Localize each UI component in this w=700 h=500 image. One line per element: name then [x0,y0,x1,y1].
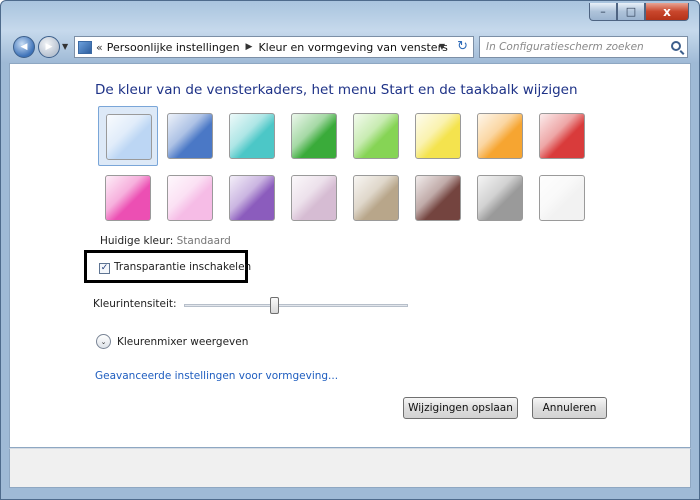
highlight-box: ✓ Transparantie inschakelen [84,250,251,283]
color-swatch[interactable] [160,106,220,166]
back-arrow-icon: ◀ [20,42,28,52]
search-placeholder: In Configuratiescherm zoeken [486,41,644,53]
search-icon[interactable] [671,41,681,51]
color-swatch-tile [539,175,585,221]
color-swatch-tile [291,113,337,159]
close-button[interactable]: x [645,3,689,21]
breadcrumb-item-personal-settings[interactable]: Persoonlijke instellingen [107,41,240,54]
chevron-down-icon[interactable]: ⌄ [96,334,111,349]
color-swatch[interactable] [408,168,468,228]
color-swatch[interactable] [284,168,344,228]
navigation-bar: ◀ ▶ ▼ « Persoonlijke instellingen ▶ Kleu… [1,31,699,61]
color-swatch-tile [167,175,213,221]
color-swatch-tile [477,175,523,221]
current-color-value: Standaard [176,235,231,247]
intensity-label: Kleurintensiteit: [93,298,177,310]
color-swatch-tile [477,113,523,159]
intensity-slider-track[interactable] [184,304,408,307]
color-swatch[interactable] [408,106,468,166]
control-panel-icon [78,40,92,54]
bottom-area [9,448,691,488]
search-box[interactable]: In Configuratiescherm zoeken [479,36,688,58]
cancel-button[interactable]: Annuleren [532,397,607,419]
intensity-slider-thumb[interactable] [269,297,279,314]
color-mixer-label[interactable]: Kleurenmixer weergeven [117,336,248,348]
minimize-button[interactable]: – [589,3,617,21]
color-swatch[interactable] [284,106,344,166]
current-color-text: Huidige kleur: Standaard [100,235,231,247]
color-swatch[interactable] [470,168,530,228]
breadcrumb-overflow-icon[interactable]: « [96,41,103,54]
color-swatch-tile [353,175,399,221]
back-button[interactable]: ◀ [13,36,35,58]
caption-buttons: – □ x [589,3,689,21]
transparency-checkbox[interactable]: ✓ [99,263,110,274]
save-changes-button[interactable]: Wijzigingen opslaan [403,397,518,419]
color-swatch-tile [415,175,461,221]
color-swatch[interactable] [222,106,282,166]
color-swatch-tile [229,113,275,159]
color-swatch-tile [167,113,213,159]
breadcrumb-separator-icon[interactable]: ▶ [246,42,253,52]
address-bar[interactable]: « Persoonlijke instellingen ▶ Kleur en v… [74,36,474,58]
color-swatch-tile [539,113,585,159]
color-swatch-tile [353,113,399,159]
color-swatch[interactable] [160,168,220,228]
transparency-label[interactable]: Transparantie inschakelen [114,261,251,273]
content-pane: De kleur van de vensterkaders, het menu … [9,63,691,448]
color-swatch[interactable] [532,106,592,166]
address-dropdown-icon[interactable]: ▼ [439,42,445,51]
window-frame: – □ x ◀ ▶ ▼ « Persoonlijke instellingen … [0,0,700,500]
maximize-button[interactable]: □ [617,3,645,21]
color-swatch[interactable] [346,168,406,228]
color-swatch[interactable] [532,168,592,228]
refresh-icon[interactable]: ↻ [457,39,468,54]
color-mixer-toggle[interactable]: ⌄ Kleurenmixer weergeven [96,334,248,349]
color-swatch[interactable] [98,106,158,166]
color-swatch-tile [415,113,461,159]
color-swatch-tile [105,175,151,221]
current-color-label: Huidige kleur: [100,235,174,247]
color-swatch-tile [229,175,275,221]
recent-pages-dropdown-icon[interactable]: ▼ [62,42,68,51]
breadcrumb-item-window-color[interactable]: Kleur en vormgeving van vensters [258,41,447,54]
advanced-appearance-link[interactable]: Geavanceerde instellingen voor vormgevin… [95,370,338,382]
color-swatch-tile [291,175,337,221]
page-title: De kleur van de vensterkaders, het menu … [95,82,578,98]
title-bar: – □ x [1,1,699,31]
forward-arrow-icon: ▶ [45,42,53,52]
color-swatch[interactable] [470,106,530,166]
color-swatch[interactable] [98,168,158,228]
color-swatch-tile [106,114,152,160]
forward-button[interactable]: ▶ [38,36,60,58]
color-swatch[interactable] [346,106,406,166]
color-swatch[interactable] [222,168,282,228]
